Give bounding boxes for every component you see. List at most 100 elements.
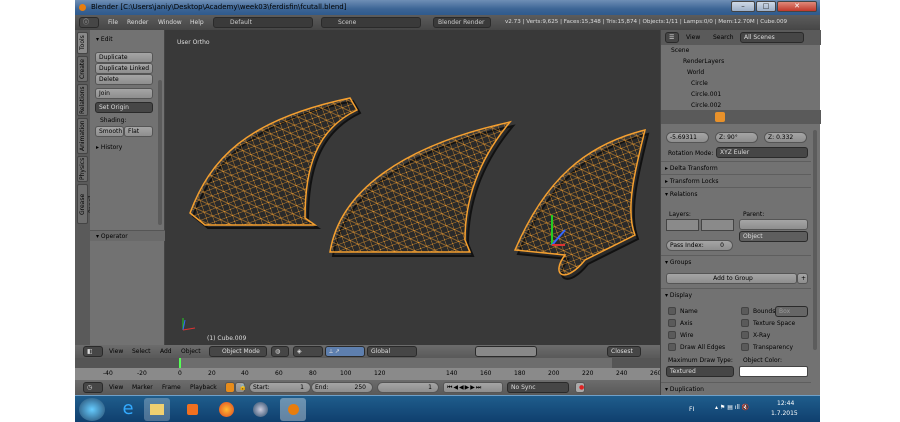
snap-target-select[interactable]: Closest [607,346,641,357]
draw-all-edges-checkbox[interactable] [668,343,676,351]
properties-context-tabs[interactable] [661,110,821,124]
timeline-area[interactable] [75,358,660,368]
menu-view[interactable]: View [686,34,700,41]
rotation-z-field[interactable]: Z: 90° [715,132,758,143]
display-panel[interactable]: ▾ Display [665,291,692,300]
layer-buttons[interactable] [475,346,537,357]
language-indicator[interactable]: FI [689,406,694,413]
fin-middle[interactable] [329,120,516,257]
delta-transform-panel[interactable]: ▸ Delta Transform [665,164,718,173]
minimize-button[interactable]: – [731,1,755,12]
join-button[interactable]: Join [95,88,153,99]
record-icon[interactable]: ● [575,382,585,393]
outliner-item-circle-002[interactable]: Circle.002 [661,100,806,108]
blender-taskbar-icon[interactable] [280,398,306,421]
menu-help[interactable]: Help [190,15,204,30]
edit-panel-header[interactable]: ▾ Edit [90,34,165,45]
sync-select[interactable]: No Sync [507,382,569,393]
editor-type-icon[interactable]: ⓘ [79,17,99,28]
mode-select[interactable]: Object Mode [209,346,267,357]
tab-grease-pencil[interactable]: Grease Pencil [77,184,95,224]
display-filter-select[interactable]: All Scenes [740,32,804,43]
operator-panel-header[interactable]: ▾ Operator [90,230,165,241]
wire-checkbox[interactable] [668,331,676,339]
outliner-item-world[interactable]: World [661,67,806,78]
playback-controls[interactable]: ⏮◀◀▶▶⏭ [443,382,503,393]
scale-z-field[interactable]: Z: 0.332 [764,132,807,143]
name-checkbox[interactable] [668,307,676,315]
layout-select[interactable]: Default [213,17,313,28]
media-player-icon[interactable] [179,398,205,421]
outliner-item-circle[interactable]: Circle [661,78,806,89]
start-frame-field[interactable]: Start: 1 [249,382,311,393]
menu-object[interactable]: Object [181,345,201,358]
close-button[interactable]: ✕ [777,1,817,12]
clock-time[interactable]: 12:44 [777,400,794,407]
history-panel-header[interactable]: ▸ History [90,142,165,153]
groups-panel[interactable]: ▾ Groups [665,258,691,267]
outliner-item-circle-001[interactable]: Circle.001 [661,89,806,100]
transform-locks-panel[interactable]: ▸ Transform Locks [665,177,718,186]
relations-panel[interactable]: ▾ Relations [665,190,697,199]
menu-file[interactable]: File [108,15,118,30]
bounds-type-select[interactable]: Box [775,306,808,317]
menu-view[interactable]: View [109,380,123,395]
current-frame-marker[interactable] [179,358,181,368]
fin-right[interactable] [513,128,650,280]
frame-ruler[interactable]: -40 -20 0 20 40 60 80 100 120 140 160 18… [75,368,661,380]
thunderbird-icon[interactable] [247,398,273,421]
menu-view[interactable]: View [109,345,123,358]
internet-explorer-icon[interactable]: e [115,398,141,421]
lock-icon[interactable]: 🔒 [235,382,246,393]
orientation-select[interactable]: Global [367,346,417,357]
current-frame-field[interactable]: 1 [377,382,439,393]
layer-grid-1[interactable] [666,219,699,231]
menu-playback[interactable]: Playback [190,380,217,395]
location-x-field[interactable]: -5.69311 [666,132,709,143]
menu-render[interactable]: Render [127,15,148,30]
parent-field[interactable] [739,219,808,230]
scene-select[interactable]: Scene [321,17,421,28]
preview-range-icon[interactable] [225,382,235,393]
smooth-button[interactable]: Smooth [95,126,124,137]
tab-tools[interactable]: Tools [77,32,88,54]
tool-shelf-scrollbar[interactable] [158,80,162,225]
menu-window[interactable]: Window [158,15,182,30]
duplication-panel[interactable]: ▾ Duplication [665,385,704,394]
tab-physics[interactable]: Physics [77,156,88,182]
parent-type-select[interactable]: Object [739,231,808,242]
rotation-mode-select[interactable]: XYZ Euler [716,147,808,158]
file-explorer-icon[interactable] [144,398,170,421]
duplicate-linked-button[interactable]: Duplicate Linked [95,63,153,74]
axis-checkbox[interactable] [668,319,676,327]
menu-add[interactable]: Add [160,345,172,358]
max-draw-type-select[interactable]: Textured [666,366,734,377]
menu-search[interactable]: Search [713,34,734,41]
fin-left[interactable] [189,97,362,229]
object-color-swatch[interactable] [739,366,808,377]
set-origin-select[interactable]: Set Origin [95,102,153,113]
tray-icons[interactable]: ▴ ⚑ ▤ ıll 🔇 [715,404,749,411]
bounds-checkbox[interactable] [741,307,749,315]
outliner-item-renderlayers[interactable]: RenderLayers [661,56,806,67]
delete-button[interactable]: Delete [95,74,153,85]
3d-viewport[interactable]: User Ortho (1) Cube.009 [165,30,660,345]
manipulator-toggles[interactable]: ⟂ ↗ [325,346,365,357]
start-button[interactable] [79,398,105,421]
add-icon[interactable]: + [797,273,808,284]
menu-frame[interactable]: Frame [162,380,181,395]
maximize-button[interactable]: □ [756,1,776,12]
tab-create[interactable]: Create [77,56,88,82]
tab-animation[interactable]: Animation [77,118,88,154]
xray-checkbox[interactable] [741,331,749,339]
menu-marker[interactable]: Marker [132,380,153,395]
pass-index-field[interactable]: Pass Index: 0 [666,240,733,251]
transparency-checkbox[interactable] [741,343,749,351]
add-to-group-button[interactable]: Add to Group [666,273,797,284]
editor-type-icon[interactable]: ☰ [665,32,679,43]
viewport-shading-select[interactable]: ◍ [271,346,289,357]
flat-button[interactable]: Flat [124,126,153,137]
menu-select[interactable]: Select [132,345,151,358]
outliner-item-scene[interactable]: Scene [661,45,806,56]
pivot-select[interactable]: ◈ [293,346,323,357]
